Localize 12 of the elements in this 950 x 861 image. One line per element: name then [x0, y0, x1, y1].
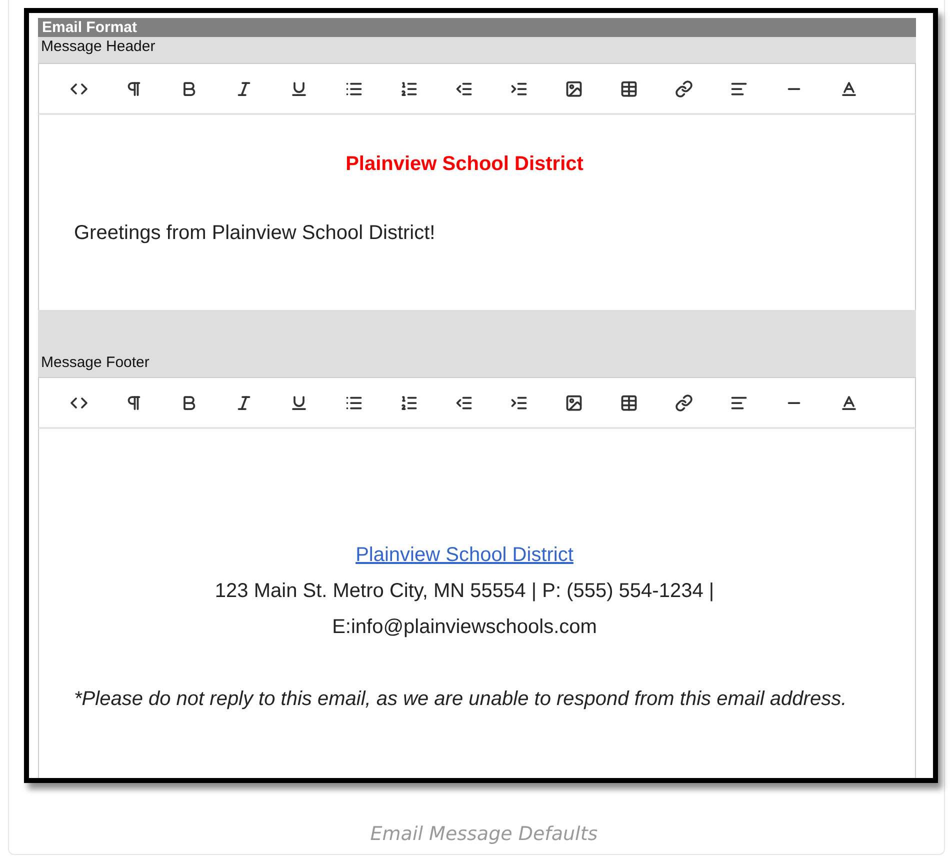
figure-caption: Email Message Defaults — [369, 823, 599, 845]
editor-label: Message Header — [38, 37, 916, 63]
note-text: *Please do not reply to this email, as we are unable to respond from this email address. — [74, 687, 848, 712]
address-text: E:info@plainviewschools.com — [332, 615, 597, 640]
section-title: Email Format — [38, 18, 916, 37]
editor-body[interactable]: Plainview School District 123 Main St. Metro City, MN 55554 | P: (555) 554-1234 | E:info@plainviewschools.com *Please do not reply to this email, as we are unable to respond from this email address. — [38, 429, 916, 778]
editor-body[interactable]: Plainview School District Greetings from Plainview School District! — [38, 115, 916, 310]
district-link[interactable]: Plainview School District — [356, 537, 574, 573]
greeting-text: Greetings from Plainview School District! — [74, 222, 436, 245]
editor-label: Message Footer — [38, 310, 916, 377]
address-text: 123 Main St. Metro City, MN 55554 | P: (555) 554-1234 | — [214, 579, 714, 604]
heading-text: Plainview School District — [344, 153, 584, 176]
